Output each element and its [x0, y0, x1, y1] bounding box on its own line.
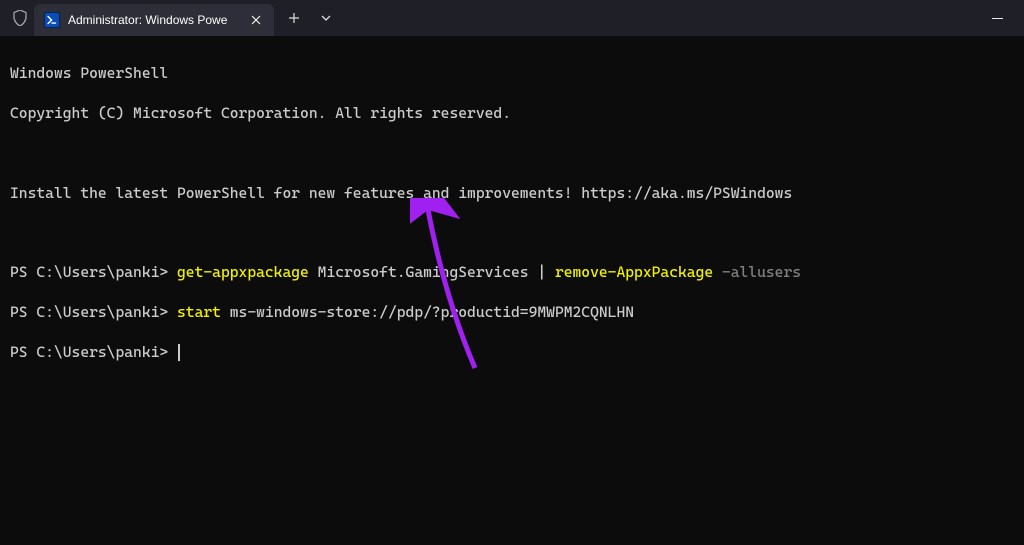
powershell-icon [44, 12, 60, 28]
tab-dropdown-button[interactable] [310, 2, 342, 34]
cmdlet: start [177, 303, 221, 321]
cmd-arg: ms-windows-store://pdp/?productid=9MWPM2… [221, 303, 634, 321]
terminal-line: PS C:\Users\panki> get-appxpackage Micro… [10, 263, 1014, 283]
cmd-arg: Microsoft.GamingServices | [309, 263, 555, 281]
terminal-line: Windows PowerShell [10, 64, 1014, 84]
terminal-output[interactable]: Windows PowerShell Copyright (C) Microso… [0, 36, 1024, 391]
shield-icon [10, 8, 30, 28]
ps-prompt: PS C:\Users\panki> [10, 263, 177, 281]
terminal-line: Copyright (C) Microsoft Corporation. All… [10, 104, 1014, 124]
window-controls [974, 0, 1020, 36]
ps-prompt: PS C:\Users\panki> [10, 303, 177, 321]
terminal-line: Install the latest PowerShell for new fe… [10, 184, 1014, 204]
terminal-line [10, 144, 1014, 164]
terminal-line: PS C:\Users\panki> [10, 343, 1014, 363]
close-tab-button[interactable] [248, 12, 264, 28]
tab-title: Administrator: Windows Powe [68, 13, 240, 27]
titlebar: Administrator: Windows Powe [0, 0, 1024, 36]
terminal-line: PS C:\Users\panki> start ms-windows-stor… [10, 303, 1014, 323]
new-tab-button[interactable] [278, 2, 310, 34]
cmdlet: remove-AppxPackage [555, 263, 713, 281]
cmd-param: -allusers [713, 263, 801, 281]
terminal-line [10, 223, 1014, 243]
cmdlet: get-appxpackage [177, 263, 309, 281]
cursor [178, 344, 180, 361]
active-tab[interactable]: Administrator: Windows Powe [34, 4, 274, 36]
ps-prompt: PS C:\Users\panki> [10, 343, 177, 361]
minimize-button[interactable] [974, 0, 1020, 36]
